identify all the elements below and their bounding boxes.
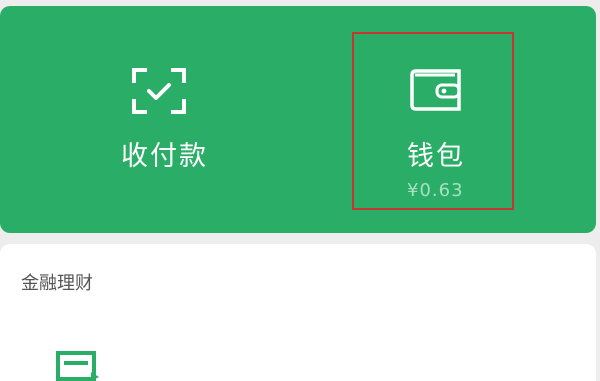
collect-payment-label: 收付款	[121, 141, 208, 172]
finance-card-icon[interactable]	[56, 350, 100, 381]
collect-payment-button[interactable]: 收付款	[40, 6, 276, 233]
wallet-button[interactable]: 钱包 ¥0.63	[355, 6, 515, 233]
wallet-balance: ¥0.63	[407, 180, 464, 201]
wechat-service-page: 收付款 钱包 ¥0.63 金融理财	[0, 0, 600, 381]
payment-panel: 收付款 钱包 ¥0.63	[0, 6, 596, 233]
scan-payment-icon	[132, 68, 186, 114]
wallet-label: 钱包	[407, 141, 465, 172]
finance-section-title: 金融理财	[21, 273, 93, 294]
wallet-icon	[410, 69, 461, 111]
